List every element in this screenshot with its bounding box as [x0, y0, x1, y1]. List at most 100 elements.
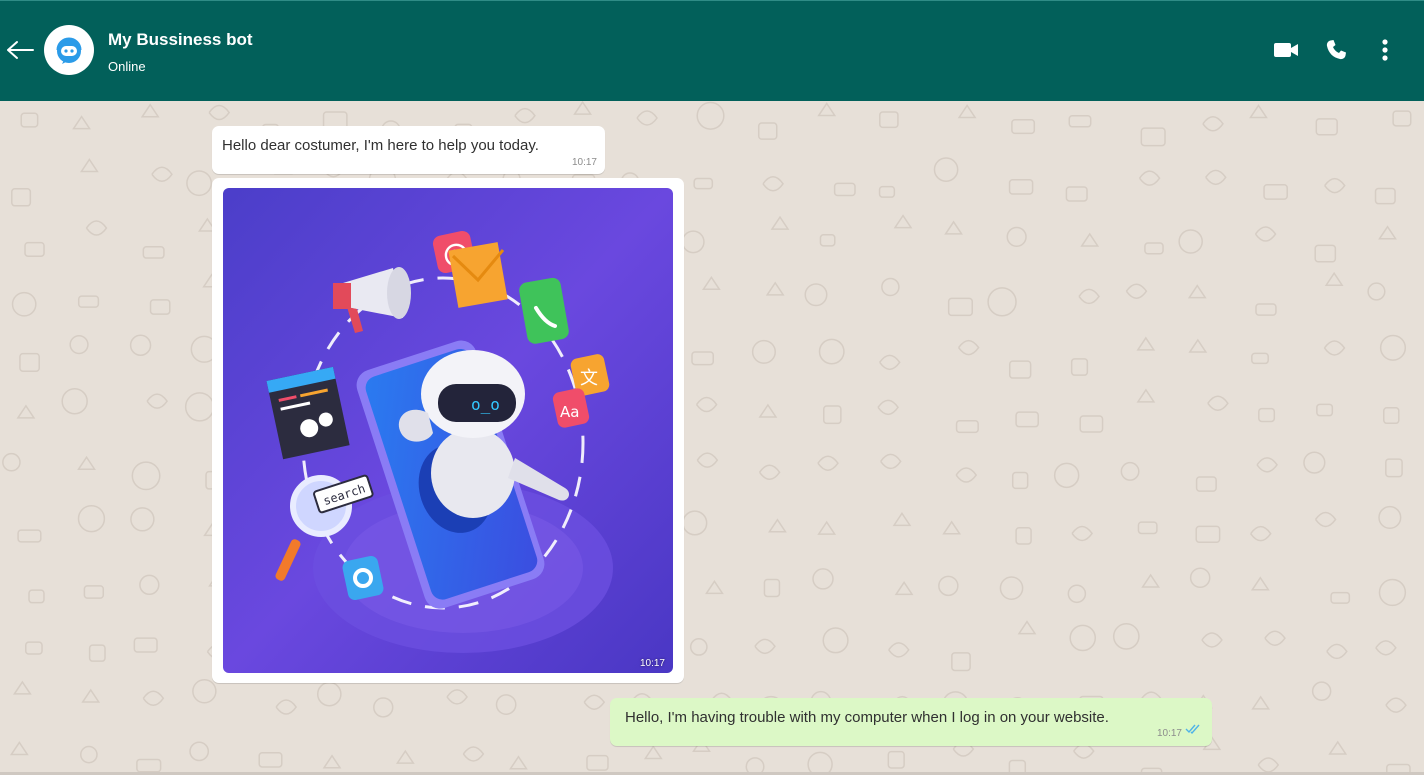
doodle-shape — [955, 467, 978, 483]
doodle-shape — [758, 464, 781, 481]
doodle-shape — [1326, 643, 1348, 660]
doodle-shape — [819, 234, 836, 247]
svg-text:Aa: Aa — [560, 403, 579, 421]
doodle-shape — [509, 755, 528, 770]
contact-name: My Bussiness bot — [108, 30, 253, 49]
doodle-shape — [446, 689, 468, 705]
doodle-shape — [817, 102, 837, 117]
doodle-shape — [16, 404, 36, 419]
bot-avatar[interactable] — [44, 25, 94, 75]
doodle-shape — [768, 518, 787, 533]
doodle-shape — [72, 115, 91, 130]
doodle-shape — [1316, 403, 1334, 417]
doodle-shape — [1067, 584, 1087, 604]
incoming-image-bubble[interactable]: o_o @ 文 Aa — [212, 178, 684, 683]
doodle-shape — [208, 104, 231, 121]
doodle-shape — [1392, 110, 1412, 127]
doodle-shape — [1315, 118, 1338, 136]
doodle-shape — [81, 688, 101, 703]
doodle-shape — [812, 568, 834, 590]
doodle-shape — [1314, 244, 1337, 263]
doodle-shape — [817, 520, 837, 535]
doodle-shape — [1375, 640, 1397, 656]
doodle-shape — [85, 220, 108, 236]
doodle-shape — [754, 638, 776, 655]
doodle-shape — [462, 746, 485, 762]
doodle-shape — [881, 277, 900, 297]
doodle-shape — [1251, 352, 1269, 365]
doodle-shape — [11, 188, 32, 207]
doodle-shape — [1367, 282, 1386, 301]
doodle-shape — [1201, 632, 1223, 648]
doodle-shape — [1178, 229, 1203, 254]
doodle-shape — [1328, 740, 1348, 755]
doodle-shape — [1068, 114, 1092, 128]
doodle-shape — [636, 110, 658, 126]
back-arrow-icon[interactable] — [4, 35, 36, 65]
image-time: 10:17 — [639, 658, 665, 669]
doodle-shape — [79, 158, 99, 173]
doodle-shape — [1311, 681, 1332, 701]
doodle-shape — [695, 396, 718, 413]
doodle-shape — [942, 520, 962, 535]
doodle-shape — [880, 453, 902, 470]
doodle-shape — [1008, 360, 1032, 379]
doodle-shape — [24, 241, 45, 257]
doodle-shape — [1070, 358, 1089, 376]
doodle-shape — [1385, 697, 1407, 713]
doodle-shape — [893, 214, 913, 229]
doodle-shape — [1187, 284, 1207, 299]
doodle-shape — [1078, 288, 1100, 305]
doodle-shape — [1065, 186, 1088, 202]
doodle-shape — [878, 185, 896, 198]
doodle-shape — [1008, 179, 1034, 195]
doodle-shape — [1138, 170, 1161, 186]
doodle-shape — [1303, 451, 1326, 474]
bot-icon — [56, 37, 82, 64]
doodle-shape — [757, 122, 778, 140]
message-text: Hello, I'm having trouble with my comput… — [625, 709, 1109, 726]
doodle-shape — [139, 574, 160, 596]
doodle-shape — [77, 504, 106, 533]
doodle-shape — [763, 578, 781, 598]
doodle-shape — [12, 680, 32, 695]
doodle-shape — [1250, 576, 1270, 591]
doodle-shape — [999, 576, 1024, 600]
doodle-shape — [2, 452, 21, 472]
doodle-shape — [322, 754, 342, 769]
doodle-shape — [879, 111, 899, 129]
outgoing-message-bubble[interactable]: Hello, I'm having trouble with my comput… — [610, 698, 1212, 746]
doodle-shape — [1250, 525, 1272, 542]
doodle-shape — [1251, 695, 1271, 710]
doodle-shape — [19, 352, 40, 372]
doodle-shape — [1137, 521, 1158, 535]
doodle-shape — [184, 392, 215, 422]
doodle-shape — [1136, 388, 1156, 403]
more-options-icon[interactable] — [1371, 37, 1399, 63]
message-time: 10:17 — [1156, 728, 1182, 739]
doodle-shape — [11, 291, 37, 317]
doodle-shape — [1324, 271, 1344, 287]
doodle-shape — [770, 215, 790, 230]
doodle-shape — [1374, 187, 1396, 205]
doodle-shape — [9, 741, 29, 756]
doodle-shape — [1015, 526, 1032, 545]
doodle-shape — [136, 758, 162, 773]
contact-status: Online — [108, 59, 146, 74]
double-check-icon — [1185, 721, 1200, 739]
phone-icon[interactable] — [1322, 37, 1350, 63]
incoming-message-bubble[interactable]: Hello dear costumer, I'm here to help yo… — [212, 126, 605, 174]
doodle-shape — [1141, 573, 1161, 588]
robot-illustration-image[interactable]: o_o @ 文 Aa — [223, 188, 673, 673]
doodle-shape — [693, 177, 714, 190]
video-call-icon[interactable] — [1272, 37, 1300, 63]
doodle-shape — [373, 697, 394, 718]
message-text: Hello dear costumer, I'm here to help yo… — [222, 137, 539, 154]
doodle-shape — [1125, 283, 1148, 299]
doodle-shape — [1069, 624, 1097, 652]
doodle-shape — [514, 107, 536, 124]
doodle-shape — [765, 281, 785, 296]
doodle-shape — [1258, 407, 1276, 423]
doodle-shape — [958, 339, 980, 356]
doodle-shape — [817, 455, 839, 471]
